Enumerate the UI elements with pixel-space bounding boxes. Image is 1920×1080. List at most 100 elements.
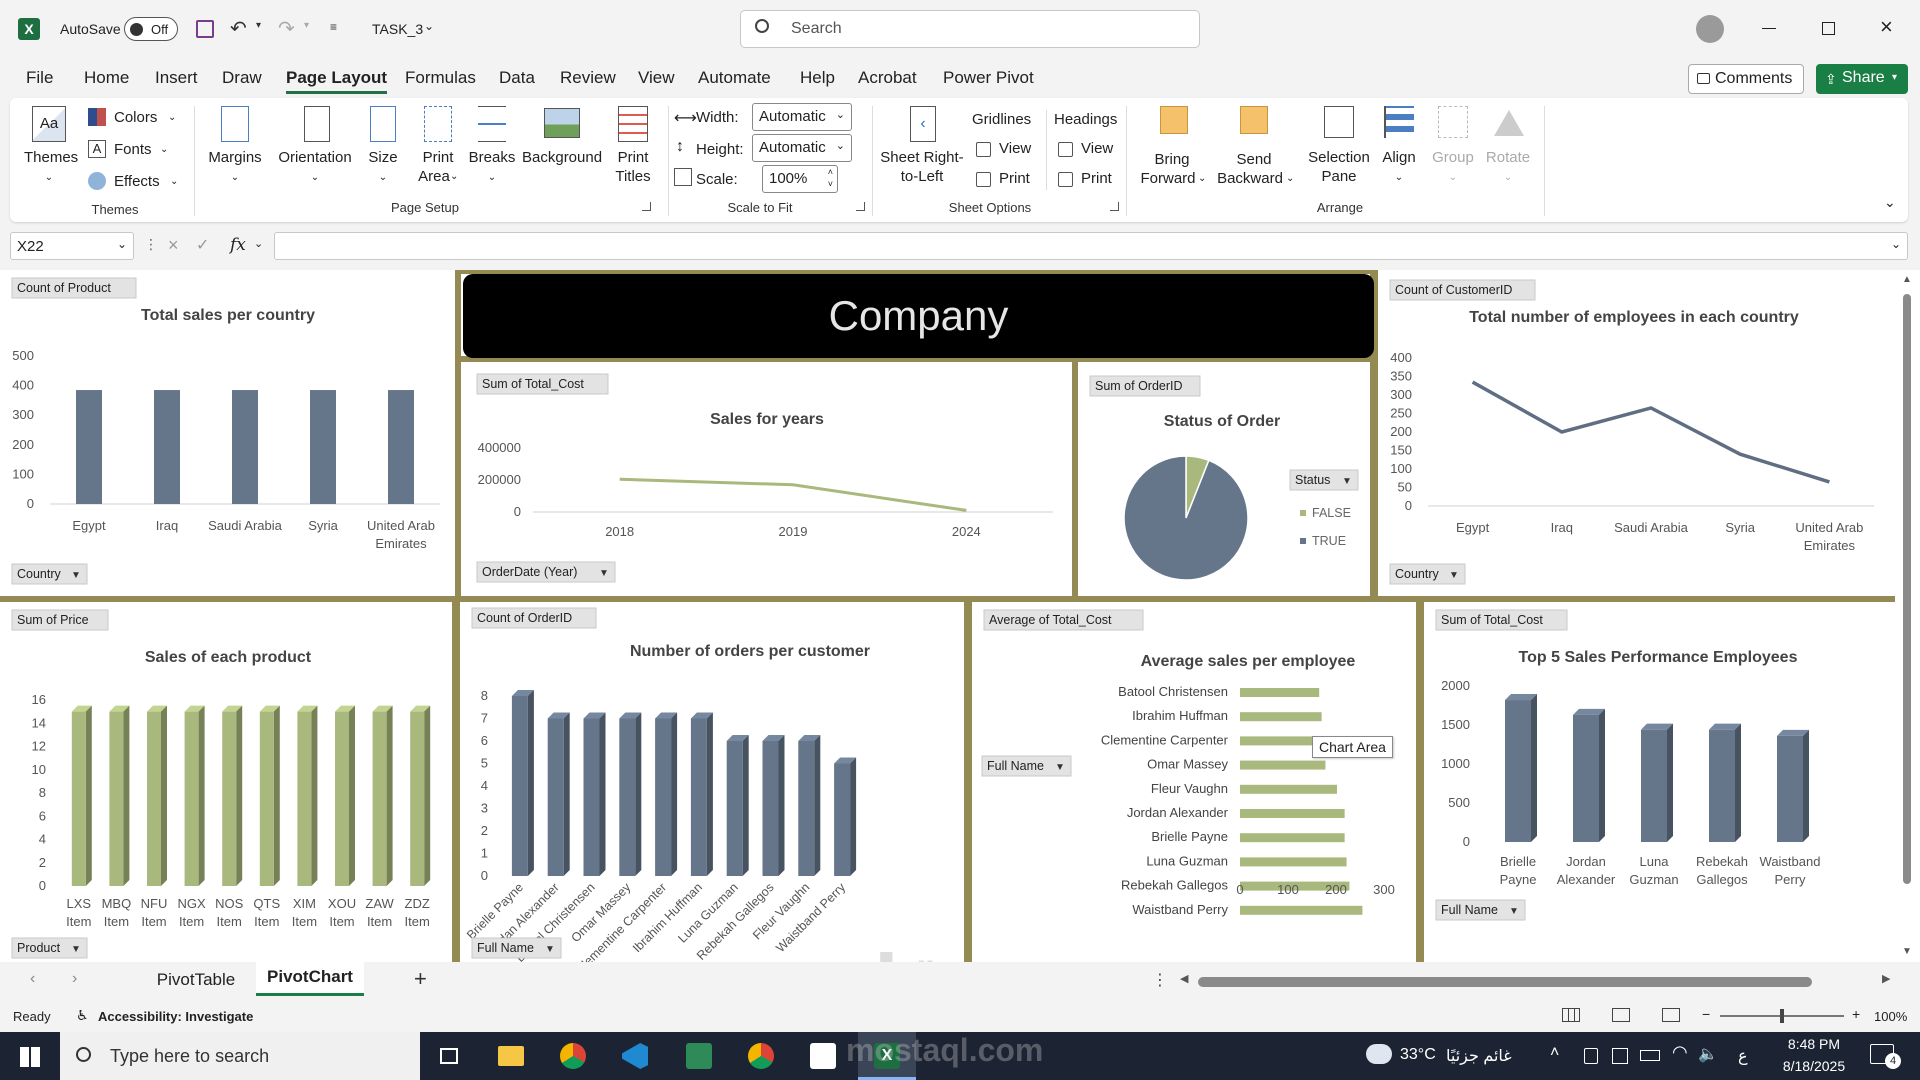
tab-data[interactable]: Data xyxy=(499,68,535,88)
gridlines-view-checkbox[interactable]: View xyxy=(976,140,1031,157)
chart-sales-per-country[interactable]: Count of Product Total sales per country 0… xyxy=(0,270,455,596)
company-banner[interactable]: Company xyxy=(463,274,1374,358)
vertical-scroll-thumb[interactable] xyxy=(1903,294,1911,884)
normal-view-icon[interactable] xyxy=(1562,1008,1580,1022)
volume-icon[interactable]: 🔈 xyxy=(1698,1044,1718,1064)
account-avatar[interactable] xyxy=(1696,15,1724,43)
page-setup-launcher-icon[interactable] xyxy=(642,202,651,211)
tray-icon[interactable] xyxy=(1612,1048,1628,1064)
print-area-button[interactable]: Print Area ⌄ xyxy=(412,106,464,196)
tab-review[interactable]: Review xyxy=(560,68,616,88)
taskbar-search[interactable]: Type here to search xyxy=(60,1032,420,1080)
scroll-down-icon[interactable]: ▼ xyxy=(1902,946,1912,957)
cancel-entry-icon[interactable]: × xyxy=(168,235,179,256)
chart-status-of-order[interactable]: Sum of OrderID Status of Order Status ▼ FALS… xyxy=(1078,362,1370,596)
undo-dropdown-icon[interactable]: ▾ xyxy=(256,20,261,31)
bring-forward-button[interactable]: Bring Forward ⌄ xyxy=(1136,106,1208,196)
minimize-icon[interactable] xyxy=(1762,28,1776,29)
redo-icon[interactable]: ↷ xyxy=(278,16,295,41)
vscode-icon[interactable] xyxy=(622,1043,648,1069)
name-box[interactable]: X22 ⌄ xyxy=(10,232,134,260)
sheet-tabs-grip-icon[interactable]: ⋮ xyxy=(1152,970,1168,990)
wifi-icon[interactable]: ◠ xyxy=(1672,1042,1688,1063)
selection-pane-button[interactable]: Selection Pane xyxy=(1304,106,1374,196)
height-select[interactable]: Automatic ⌄ xyxy=(752,134,852,162)
print-titles-button[interactable]: Print Titles xyxy=(606,106,660,196)
notifications-icon[interactable]: 4 xyxy=(1870,1044,1901,1069)
expand-formula-chevron-icon[interactable]: ⌄ xyxy=(1891,237,1901,251)
margins-button[interactable]: Margins ⌄ xyxy=(204,106,266,186)
tab-acrobat[interactable]: Acrobat xyxy=(858,68,917,88)
app-icon[interactable] xyxy=(686,1043,712,1069)
chrome-profile-icon[interactable] xyxy=(748,1043,774,1069)
page-break-view-icon[interactable] xyxy=(1662,1008,1680,1022)
headings-view-checkbox[interactable]: View xyxy=(1058,140,1113,157)
chart-employees-per-country[interactable]: Count of CustomerID Total number of emplo… xyxy=(1378,270,1895,596)
file-name-chevron-icon[interactable]: ⌄ xyxy=(424,19,434,33)
accessibility-status[interactable]: Accessibility: Investigate xyxy=(98,1009,253,1024)
fonts-button[interactable]: A Fonts ⌄ xyxy=(88,138,178,162)
chart-orders-per-customer[interactable]: Count of OrderID Number of orders per cus… xyxy=(460,602,964,962)
customize-toolbar-icon[interactable]: ≡ xyxy=(330,20,337,34)
weather-icon[interactable] xyxy=(1366,1044,1392,1064)
zoom-in-icon[interactable]: + xyxy=(1852,1006,1860,1022)
width-select[interactable]: Automatic ⌄ xyxy=(752,103,852,131)
effects-button[interactable]: Effects ⌄ xyxy=(88,170,178,194)
input-language[interactable]: ع xyxy=(1738,1046,1748,1066)
colors-button[interactable]: Colors ⌄ xyxy=(88,106,178,130)
hscroll-right-icon[interactable]: ▶ xyxy=(1882,972,1890,985)
tab-draw[interactable]: Draw xyxy=(222,68,262,88)
scale-launcher-icon[interactable] xyxy=(856,202,865,211)
size-button[interactable]: Size ⌄ xyxy=(360,106,406,186)
chart-average-sales-per-employee[interactable]: Average of Total_Cost Average sales per e… xyxy=(972,602,1416,962)
gridlines-print-checkbox[interactable]: Print xyxy=(976,170,1030,187)
tab-home[interactable]: Home xyxy=(84,68,129,88)
autosave-toggle[interactable]: Off xyxy=(124,17,178,41)
horizontal-scroll-thumb[interactable] xyxy=(1198,977,1812,987)
formula-input[interactable]: ⌄ xyxy=(274,232,1908,260)
close-icon[interactable]: × xyxy=(1880,14,1893,40)
background-button[interactable]: Background xyxy=(522,106,602,186)
chart-top5-sales-employees[interactable]: Sum of Total_Cost Top 5 Sales Performance… xyxy=(1424,602,1895,962)
windows-start-icon[interactable] xyxy=(20,1047,40,1067)
tab-file[interactable]: File xyxy=(26,68,53,88)
send-backward-button[interactable]: Send Backward ⌄ xyxy=(1214,106,1294,196)
undo-icon[interactable]: ↶ xyxy=(230,16,247,41)
orientation-button[interactable]: Orientation ⌄ xyxy=(272,106,358,186)
tab-page-layout[interactable]: Page Layout xyxy=(286,68,388,94)
tab-view[interactable]: View xyxy=(638,68,675,88)
worksheet-canvas[interactable]: Company Count of Product Total sales per … xyxy=(0,270,1895,962)
collapse-ribbon-icon[interactable]: ⌄ xyxy=(1884,194,1896,211)
add-sheet-icon[interactable]: + xyxy=(414,966,427,992)
vertical-scrollbar[interactable]: ▲ ▼ xyxy=(1895,270,1920,962)
save-icon[interactable] xyxy=(196,20,214,38)
headings-print-checkbox[interactable]: Print xyxy=(1058,170,1112,187)
weather-temp[interactable]: 33°C xyxy=(1400,1046,1436,1064)
next-sheet-icon[interactable]: › xyxy=(72,970,77,988)
scroll-up-icon[interactable]: ▲ xyxy=(1902,274,1912,285)
insert-function-chevron-icon[interactable]: ⌄ xyxy=(254,237,263,250)
tab-insert[interactable]: Insert xyxy=(155,68,198,88)
zoom-out-icon[interactable]: − xyxy=(1702,1006,1710,1022)
tab-help[interactable]: Help xyxy=(800,68,835,88)
show-hidden-icons[interactable]: ˄ xyxy=(1550,1044,1559,1062)
zoom-slider-thumb[interactable] xyxy=(1780,1009,1784,1023)
tab-automate[interactable]: Automate xyxy=(698,68,771,88)
share-button[interactable]: ⇪ Share ▾ xyxy=(1816,64,1908,94)
insert-function-icon[interactable]: fx xyxy=(230,235,246,255)
task-view-icon[interactable] xyxy=(440,1048,458,1064)
file-name[interactable]: TASK_3 xyxy=(372,21,423,37)
chart-sales-for-years[interactable]: Sum of Total_Cost Sales for years 0 200000 4… xyxy=(463,362,1072,596)
sheet-options-launcher-icon[interactable] xyxy=(1110,202,1119,211)
zoom-slider[interactable] xyxy=(1720,1009,1844,1023)
tray-icon[interactable] xyxy=(1584,1048,1598,1064)
battery-icon[interactable] xyxy=(1640,1050,1660,1061)
hscroll-left-icon[interactable]: ◀ xyxy=(1180,972,1188,985)
weather-description[interactable]: غائم جزئيًا xyxy=(1446,1046,1512,1066)
file-explorer-icon[interactable] xyxy=(498,1046,524,1066)
confirm-entry-icon[interactable]: ✓ xyxy=(196,235,209,255)
sheet-tab-pivottable[interactable]: PivotTable xyxy=(140,968,252,994)
clock-time[interactable]: 8:48 PM xyxy=(1774,1036,1854,1052)
tab-formulas[interactable]: Formulas xyxy=(405,68,476,88)
chart-sales-of-each-product[interactable]: Sum of Price Sales of each product 0 2 4 6 8 10… xyxy=(0,602,452,962)
